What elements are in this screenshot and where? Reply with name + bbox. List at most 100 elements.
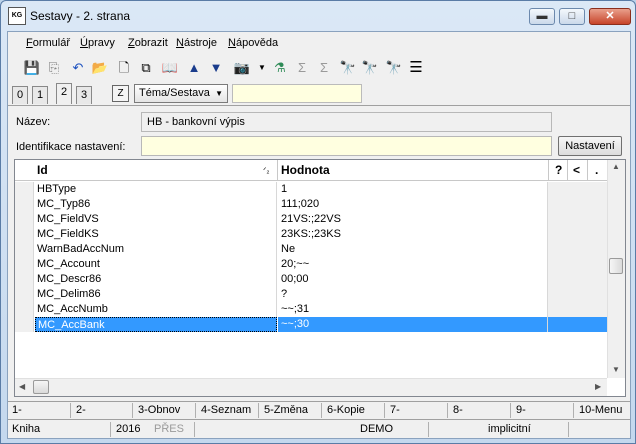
fkey-5[interactable]: 5-Změna bbox=[264, 404, 308, 416]
fkey-10[interactable]: 10-Menu bbox=[579, 404, 622, 416]
cell-id[interactable]: MC_Descr86 bbox=[35, 272, 277, 287]
ident-field[interactable] bbox=[141, 136, 552, 156]
cell-flags[interactable] bbox=[548, 212, 607, 227]
cell-flags[interactable] bbox=[548, 197, 607, 212]
table-row[interactable]: MC_FieldVS 21VS:;22VS bbox=[15, 212, 607, 227]
table-row[interactable]: HBType 1 bbox=[15, 182, 607, 197]
cell-id[interactable]: MC_AccNumb bbox=[35, 302, 277, 317]
table-row[interactable]: MC_AccBank ~~;30 bbox=[15, 317, 607, 332]
filter-icon[interactable]: ⚗ bbox=[270, 58, 290, 78]
row-indicator[interactable] bbox=[15, 197, 34, 212]
close-button[interactable]: ✕ bbox=[589, 8, 631, 25]
table-row[interactable]: MC_AccNumb ~~;31 bbox=[15, 302, 607, 317]
tab-2[interactable]: 2 bbox=[56, 83, 72, 104]
fkey-3[interactable]: 3-Obnov bbox=[138, 404, 180, 416]
cell-flags[interactable] bbox=[548, 227, 607, 242]
fkey-1[interactable]: 1- bbox=[12, 404, 22, 416]
menu-zobrazit[interactable]: Zobrazit bbox=[128, 37, 168, 49]
scroll-right-icon[interactable]: ▶ bbox=[595, 382, 601, 391]
cell-flags[interactable] bbox=[548, 302, 607, 317]
app-icon[interactable]: KG bbox=[8, 7, 26, 25]
find-replace-icon[interactable]: 🔭 bbox=[384, 58, 404, 78]
cell-id[interactable]: WarnBadAccNum bbox=[35, 242, 277, 257]
cell-value[interactable]: Ne bbox=[278, 242, 548, 257]
cell-flags[interactable] bbox=[548, 257, 607, 272]
save-icon[interactable]: 💾 bbox=[22, 58, 42, 78]
cell-flags[interactable] bbox=[548, 242, 607, 257]
scroll-down-icon[interactable]: ▼ bbox=[612, 365, 620, 374]
cell-flags[interactable] bbox=[548, 287, 607, 302]
tab-0[interactable]: 0 bbox=[12, 86, 28, 104]
column-id[interactable]: Id bbox=[37, 163, 48, 177]
binoculars-next-icon[interactable]: 🔭 bbox=[360, 58, 380, 78]
theme-report-combo[interactable]: Téma/Sestava ▼ bbox=[134, 84, 228, 103]
column-divider[interactable] bbox=[587, 160, 588, 180]
cell-id[interactable]: HBType bbox=[35, 182, 277, 197]
vertical-scrollbar[interactable]: ▲ ▼ bbox=[607, 160, 625, 378]
cell-flags[interactable] bbox=[548, 182, 607, 197]
camera-icon[interactable]: 📷 bbox=[232, 58, 252, 78]
cell-flags[interactable] bbox=[548, 317, 607, 332]
chevron-down-icon[interactable]: ▼ bbox=[252, 58, 272, 78]
fkey-8[interactable]: 8- bbox=[453, 404, 463, 416]
column-less[interactable]: < bbox=[573, 163, 580, 177]
fkey-7[interactable]: 7- bbox=[390, 404, 400, 416]
cell-id[interactable]: MC_FieldKS bbox=[35, 227, 277, 242]
table-row[interactable]: MC_Typ86 111;020 bbox=[15, 197, 607, 212]
cell-value[interactable]: 111;020 bbox=[278, 197, 548, 212]
cell-value[interactable]: 1 bbox=[278, 182, 548, 197]
tab-3[interactable]: 3 bbox=[76, 86, 92, 104]
cell-id[interactable]: MC_Delim86 bbox=[35, 287, 277, 302]
column-value[interactable]: Hodnota bbox=[281, 163, 330, 177]
open-folder-icon[interactable]: 📂 bbox=[90, 58, 110, 78]
z-button[interactable]: Z bbox=[112, 85, 129, 102]
fkey-6[interactable]: 6-Kopie bbox=[327, 404, 365, 416]
fkey-9[interactable]: 9- bbox=[516, 404, 526, 416]
column-divider[interactable] bbox=[567, 160, 568, 180]
book-icon[interactable]: 📖 bbox=[160, 58, 180, 78]
fkey-4[interactable]: 4-Seznam bbox=[201, 404, 251, 416]
row-indicator[interactable] bbox=[15, 227, 34, 242]
row-indicator[interactable] bbox=[15, 302, 34, 317]
cell-value[interactable]: 21VS:;22VS bbox=[278, 212, 548, 227]
cell-value[interactable]: ~~;31 bbox=[278, 302, 548, 317]
sum-disabled-icon[interactable]: Σ bbox=[314, 58, 334, 78]
maximize-button[interactable]: □ bbox=[559, 8, 585, 25]
column-divider[interactable] bbox=[277, 160, 278, 180]
horizontal-scrollbar[interactable]: ◀ ▶ bbox=[15, 378, 607, 396]
scroll-left-icon[interactable]: ◀ bbox=[19, 382, 25, 391]
cell-value[interactable]: ~~;30 bbox=[278, 317, 548, 332]
undo-icon[interactable]: ↶ bbox=[68, 58, 88, 78]
row-indicator[interactable] bbox=[15, 212, 34, 227]
quick-input[interactable] bbox=[232, 84, 362, 103]
row-indicator[interactable] bbox=[15, 272, 34, 287]
fkey-2[interactable]: 2- bbox=[76, 404, 86, 416]
row-indicator[interactable] bbox=[15, 242, 34, 257]
arrow-up-icon[interactable]: ▲ bbox=[184, 58, 204, 78]
arrow-down-icon[interactable]: ▼ bbox=[206, 58, 226, 78]
cell-value[interactable]: 00;00 bbox=[278, 272, 548, 287]
cell-id[interactable]: MC_Account bbox=[35, 257, 277, 272]
parameter-grid[interactable]: Id ᐟ₂ Hodnota ? < . HBType 1 MC_Typ86 111;0… bbox=[14, 159, 626, 397]
column-dot[interactable]: . bbox=[595, 163, 598, 177]
scroll-up-icon[interactable]: ▲ bbox=[612, 162, 620, 171]
menu-nastroje[interactable]: Nástroje bbox=[176, 37, 217, 49]
cell-id[interactable]: MC_AccBank bbox=[35, 317, 277, 332]
table-row[interactable]: MC_Account 20;~~ bbox=[15, 257, 607, 272]
horizontal-scroll-thumb[interactable] bbox=[33, 380, 49, 394]
vertical-scroll-thumb[interactable] bbox=[609, 258, 623, 274]
settings-button[interactable]: Nastavení bbox=[558, 136, 622, 156]
sum-icon[interactable]: Σ bbox=[292, 58, 312, 78]
save-as-icon[interactable]: ⎘ bbox=[44, 58, 64, 78]
row-indicator[interactable] bbox=[15, 257, 34, 272]
column-question[interactable]: ? bbox=[555, 163, 562, 177]
title-bar[interactable]: KG Sestavy - 2. strana ▬ □ ✕ bbox=[1, 1, 635, 31]
cell-value[interactable]: 23KS:;23KS bbox=[278, 227, 548, 242]
table-row[interactable]: WarnBadAccNum Ne bbox=[15, 242, 607, 257]
column-divider[interactable] bbox=[548, 160, 549, 180]
menu-formular[interactable]: Formulář bbox=[26, 37, 70, 49]
table-row[interactable]: MC_Descr86 00;00 bbox=[15, 272, 607, 287]
cell-value[interactable]: ? bbox=[278, 287, 548, 302]
tab-1[interactable]: 1 bbox=[32, 86, 48, 104]
menu-lines-icon[interactable]: ☰ bbox=[406, 58, 426, 78]
